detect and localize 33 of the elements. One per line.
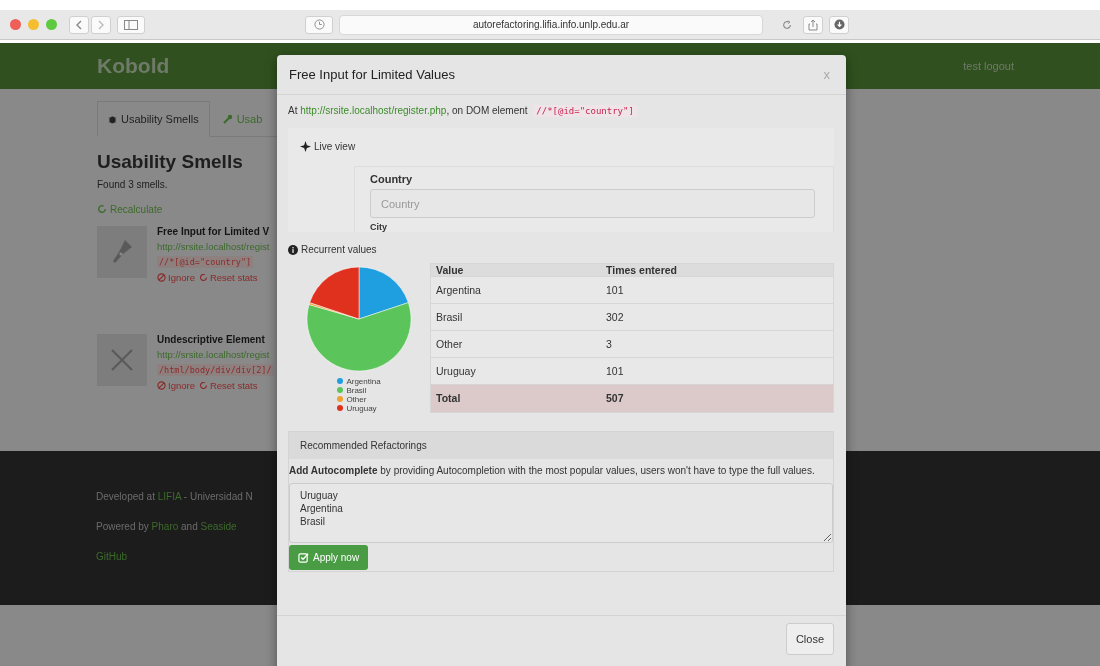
field-label: Country bbox=[370, 173, 414, 185]
total-cell: Total bbox=[430, 384, 601, 412]
column-header: Value bbox=[430, 263, 601, 276]
xpath-code: /html/body/div/div[2]/ bbox=[157, 364, 274, 376]
footer-text: - Universidad N bbox=[182, 491, 253, 502]
page-heading: Usability Smells bbox=[97, 151, 244, 173]
footer-text: and bbox=[180, 521, 199, 532]
table-cell: Other bbox=[430, 330, 601, 358]
recurrent-values-title: Recurrent values bbox=[288, 244, 377, 255]
legend-label: Other bbox=[346, 394, 367, 404]
xpath-code: //*[@id="country"] bbox=[533, 105, 637, 117]
footer-text: Powered by bbox=[96, 521, 150, 532]
table-cell: Argentina bbox=[430, 276, 601, 304]
modal-title: Free Input for Limited Values bbox=[289, 67, 455, 82]
smell-title: Undescriptive Element bbox=[157, 334, 266, 345]
smell-count: Found 3 smells. bbox=[97, 179, 168, 190]
xpath-code: //*[@id="country"] bbox=[157, 256, 254, 268]
legend-label: Brasil bbox=[346, 385, 367, 395]
location-text: At http://srsite.localhost/register.php, on DOM element //*[@id="country"] bbox=[288, 105, 834, 116]
table-cell: 302 bbox=[601, 303, 834, 331]
table-cell: 3 bbox=[601, 330, 834, 358]
table-cell: Brasil bbox=[430, 303, 601, 331]
field-label: City bbox=[370, 222, 388, 232]
column-header: Times entered bbox=[601, 263, 834, 276]
smell-title: Free Input for Limited V bbox=[157, 226, 271, 237]
live-view-title: Live view bbox=[300, 141, 356, 152]
panel-heading: Recommended Refactorings bbox=[289, 431, 833, 459]
footer-text: Developed at bbox=[96, 491, 156, 502]
total-cell: 507 bbox=[601, 384, 834, 412]
legend-label: Argentina bbox=[346, 376, 381, 386]
refactoring-description: Add Autocomplete by providing Autocompletion with the most popular values, users won't have to type the full values. bbox=[289, 463, 816, 478]
table-cell: 101 bbox=[601, 276, 834, 304]
legend-label: Uruguay bbox=[346, 403, 377, 413]
